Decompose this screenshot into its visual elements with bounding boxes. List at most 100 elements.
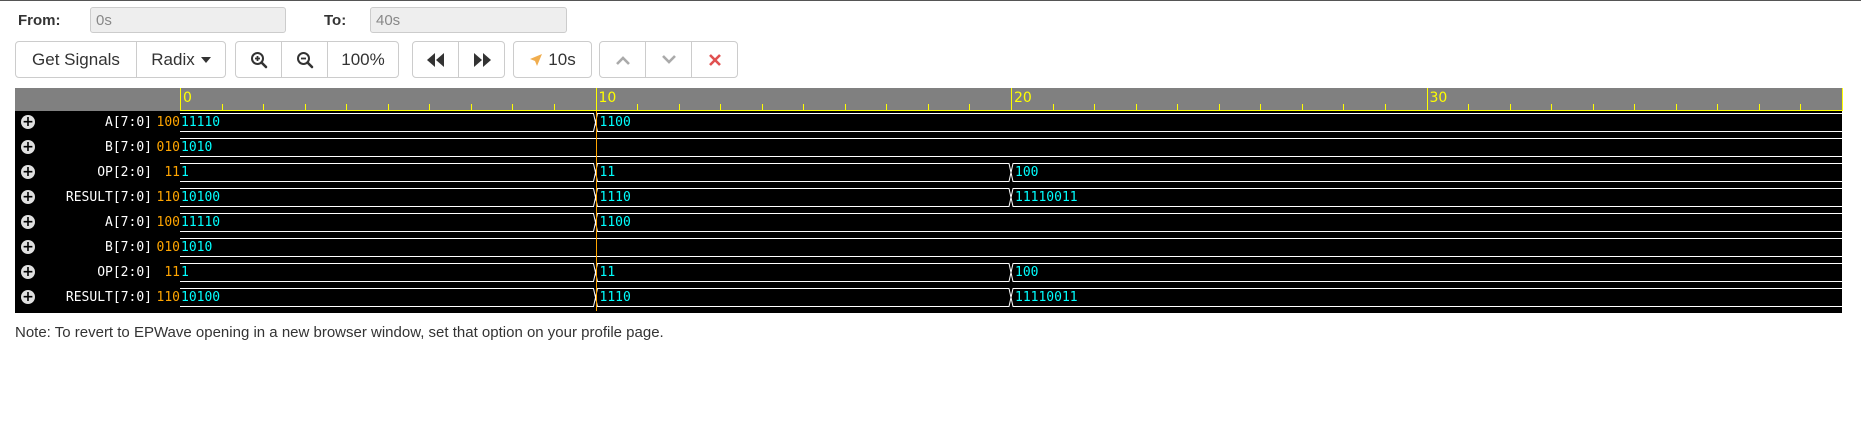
ruler-minor-tick	[1634, 104, 1636, 111]
ruler-minor-tick	[263, 104, 265, 111]
ruler-minor-tick	[1301, 104, 1303, 111]
ruler-tick-label: 20	[1014, 90, 1032, 106]
ruler-tick-label: 30	[1429, 90, 1448, 106]
cursor-group: 10s	[513, 41, 592, 78]
close-icon	[708, 53, 721, 66]
step-forward-button[interactable]	[458, 41, 505, 78]
zoom-out-button[interactable]	[281, 41, 328, 78]
expand-plus-icon[interactable]: +	[21, 265, 35, 279]
signal-row[interactable]: + B[7:0] 010 1010	[15, 136, 1842, 161]
time-cursor-line[interactable]	[595, 111, 597, 311]
backward-icon	[426, 52, 444, 67]
signal-name[interactable]: RESULT[7:0]	[66, 190, 152, 205]
signal-row[interactable]: + OP[2:0] 11 1 11 100	[15, 161, 1842, 186]
step-backward-button[interactable]	[412, 41, 459, 78]
signal-row[interactable]: + OP[2:0] 11 1 11 100	[15, 261, 1842, 286]
bus-segment	[180, 213, 597, 232]
segment-value-label: 11110011	[1015, 190, 1078, 205]
ruler-minor-tick	[221, 104, 223, 111]
bus-segment	[1010, 188, 1842, 207]
move-down-button[interactable]	[645, 41, 692, 78]
ruler-major-tick	[1426, 88, 1428, 111]
ruler-minor-tick	[637, 104, 639, 111]
expand-plus-icon[interactable]: +	[21, 115, 35, 129]
bus-segment	[595, 288, 1012, 307]
signal-name[interactable]: OP[2:0]	[97, 165, 152, 180]
ruler-minor-tick	[969, 104, 971, 111]
segment-value-label: 1	[181, 265, 189, 280]
zoom-out-icon	[296, 51, 313, 68]
bus-segment	[180, 263, 597, 282]
bus-waveform	[180, 263, 1842, 282]
bus-segment	[180, 113, 597, 132]
expand-plus-icon[interactable]: +	[21, 190, 35, 204]
signal-cursor-value: 11	[164, 265, 180, 280]
bus-segment	[180, 288, 597, 307]
bus-segment	[595, 188, 1012, 207]
ruler-minor-tick	[1468, 104, 1470, 111]
zoom-in-button[interactable]	[235, 41, 282, 78]
expand-plus-icon[interactable]: +	[21, 240, 35, 254]
bus-segment	[595, 113, 1842, 132]
signals-group: Get Signals Radix	[15, 41, 226, 78]
caret-down-icon	[200, 56, 211, 63]
signal-cursor-value: 110	[156, 290, 180, 305]
from-input[interactable]	[90, 7, 286, 33]
expand-plus-icon[interactable]: +	[21, 165, 35, 179]
top-border	[0, 0, 1861, 1]
signal-name[interactable]: A[7:0]	[105, 215, 152, 230]
zoom-level-button[interactable]: 100%	[327, 41, 399, 78]
waveform-panel[interactable]: 0 10 20 30 + A[7:0] 100 11110 1100 + B[7:0] 010 101…	[15, 88, 1843, 313]
bus-segment	[1010, 163, 1842, 182]
signal-trace[interactable]: 11110 1100	[180, 111, 1842, 136]
zoom-in-icon	[250, 51, 267, 68]
signal-cursor-value: 110	[156, 190, 180, 205]
segment-value-label: 10100	[181, 190, 221, 205]
signal-name[interactable]: A[7:0]	[105, 115, 152, 130]
to-input[interactable]	[370, 7, 567, 33]
bus-segment	[595, 163, 1012, 182]
ruler-minor-tick	[346, 104, 348, 111]
move-up-button[interactable]	[599, 41, 646, 78]
time-ruler[interactable]: 0 10 20 30	[15, 88, 1843, 111]
segment-value-label: 11110011	[1015, 290, 1078, 305]
ruler-minor-tick	[387, 104, 389, 111]
signal-trace[interactable]: 10100 1110 11110011	[180, 186, 1842, 211]
expand-plus-icon[interactable]: +	[21, 215, 35, 229]
ruler-major-tick	[595, 88, 597, 111]
signal-name[interactable]: RESULT[7:0]	[66, 290, 152, 305]
signal-trace[interactable]: 1010	[180, 136, 1842, 161]
radix-button[interactable]: Radix	[136, 41, 226, 78]
signal-row[interactable]: + RESULT[7:0] 110 10100 1110 11110011	[15, 286, 1842, 311]
ruler-minor-tick	[1135, 104, 1137, 111]
segment-value-label: 1110	[599, 290, 631, 305]
expand-plus-icon[interactable]: +	[21, 290, 35, 304]
signal-name[interactable]: B[7:0]	[105, 240, 152, 255]
signal-trace[interactable]: 1010	[180, 236, 1842, 261]
signal-name[interactable]: B[7:0]	[105, 140, 152, 155]
ruler-minor-tick	[1675, 104, 1677, 111]
bus-segment	[1010, 288, 1842, 307]
signal-row[interactable]: + A[7:0] 100 11110 1100	[15, 111, 1842, 136]
signal-row[interactable]: + A[7:0] 100 11110 1100	[15, 211, 1842, 236]
signal-row[interactable]: + B[7:0] 010 1010	[15, 236, 1842, 261]
ruler-minor-tick	[553, 104, 555, 111]
expand-plus-icon[interactable]: +	[21, 140, 35, 154]
ruler-minor-tick	[1758, 104, 1760, 111]
signal-trace[interactable]: 1 11 100	[180, 161, 1842, 186]
signal-trace[interactable]: 11110 1100	[180, 211, 1842, 236]
ruler-minor-tick	[1800, 104, 1802, 111]
bus-segment	[180, 138, 1842, 157]
signal-trace[interactable]: 10100 1110 11110011	[180, 286, 1842, 311]
ruler-minor-tick	[761, 104, 763, 111]
delete-signal-button[interactable]	[691, 41, 738, 78]
chevron-down-icon	[661, 54, 676, 64]
get-signals-button[interactable]: Get Signals	[15, 41, 137, 78]
signal-trace[interactable]: 1 11 100	[180, 261, 1842, 286]
signal-row[interactable]: + RESULT[7:0] 110 10100 1110 11110011	[15, 186, 1842, 211]
cursor-time-button[interactable]: 10s	[513, 41, 592, 78]
bus-segment	[180, 163, 597, 182]
signal-cursor-value: 010	[156, 240, 180, 255]
signal-cursor-value: 11	[164, 165, 180, 180]
signal-name[interactable]: OP[2:0]	[97, 265, 152, 280]
